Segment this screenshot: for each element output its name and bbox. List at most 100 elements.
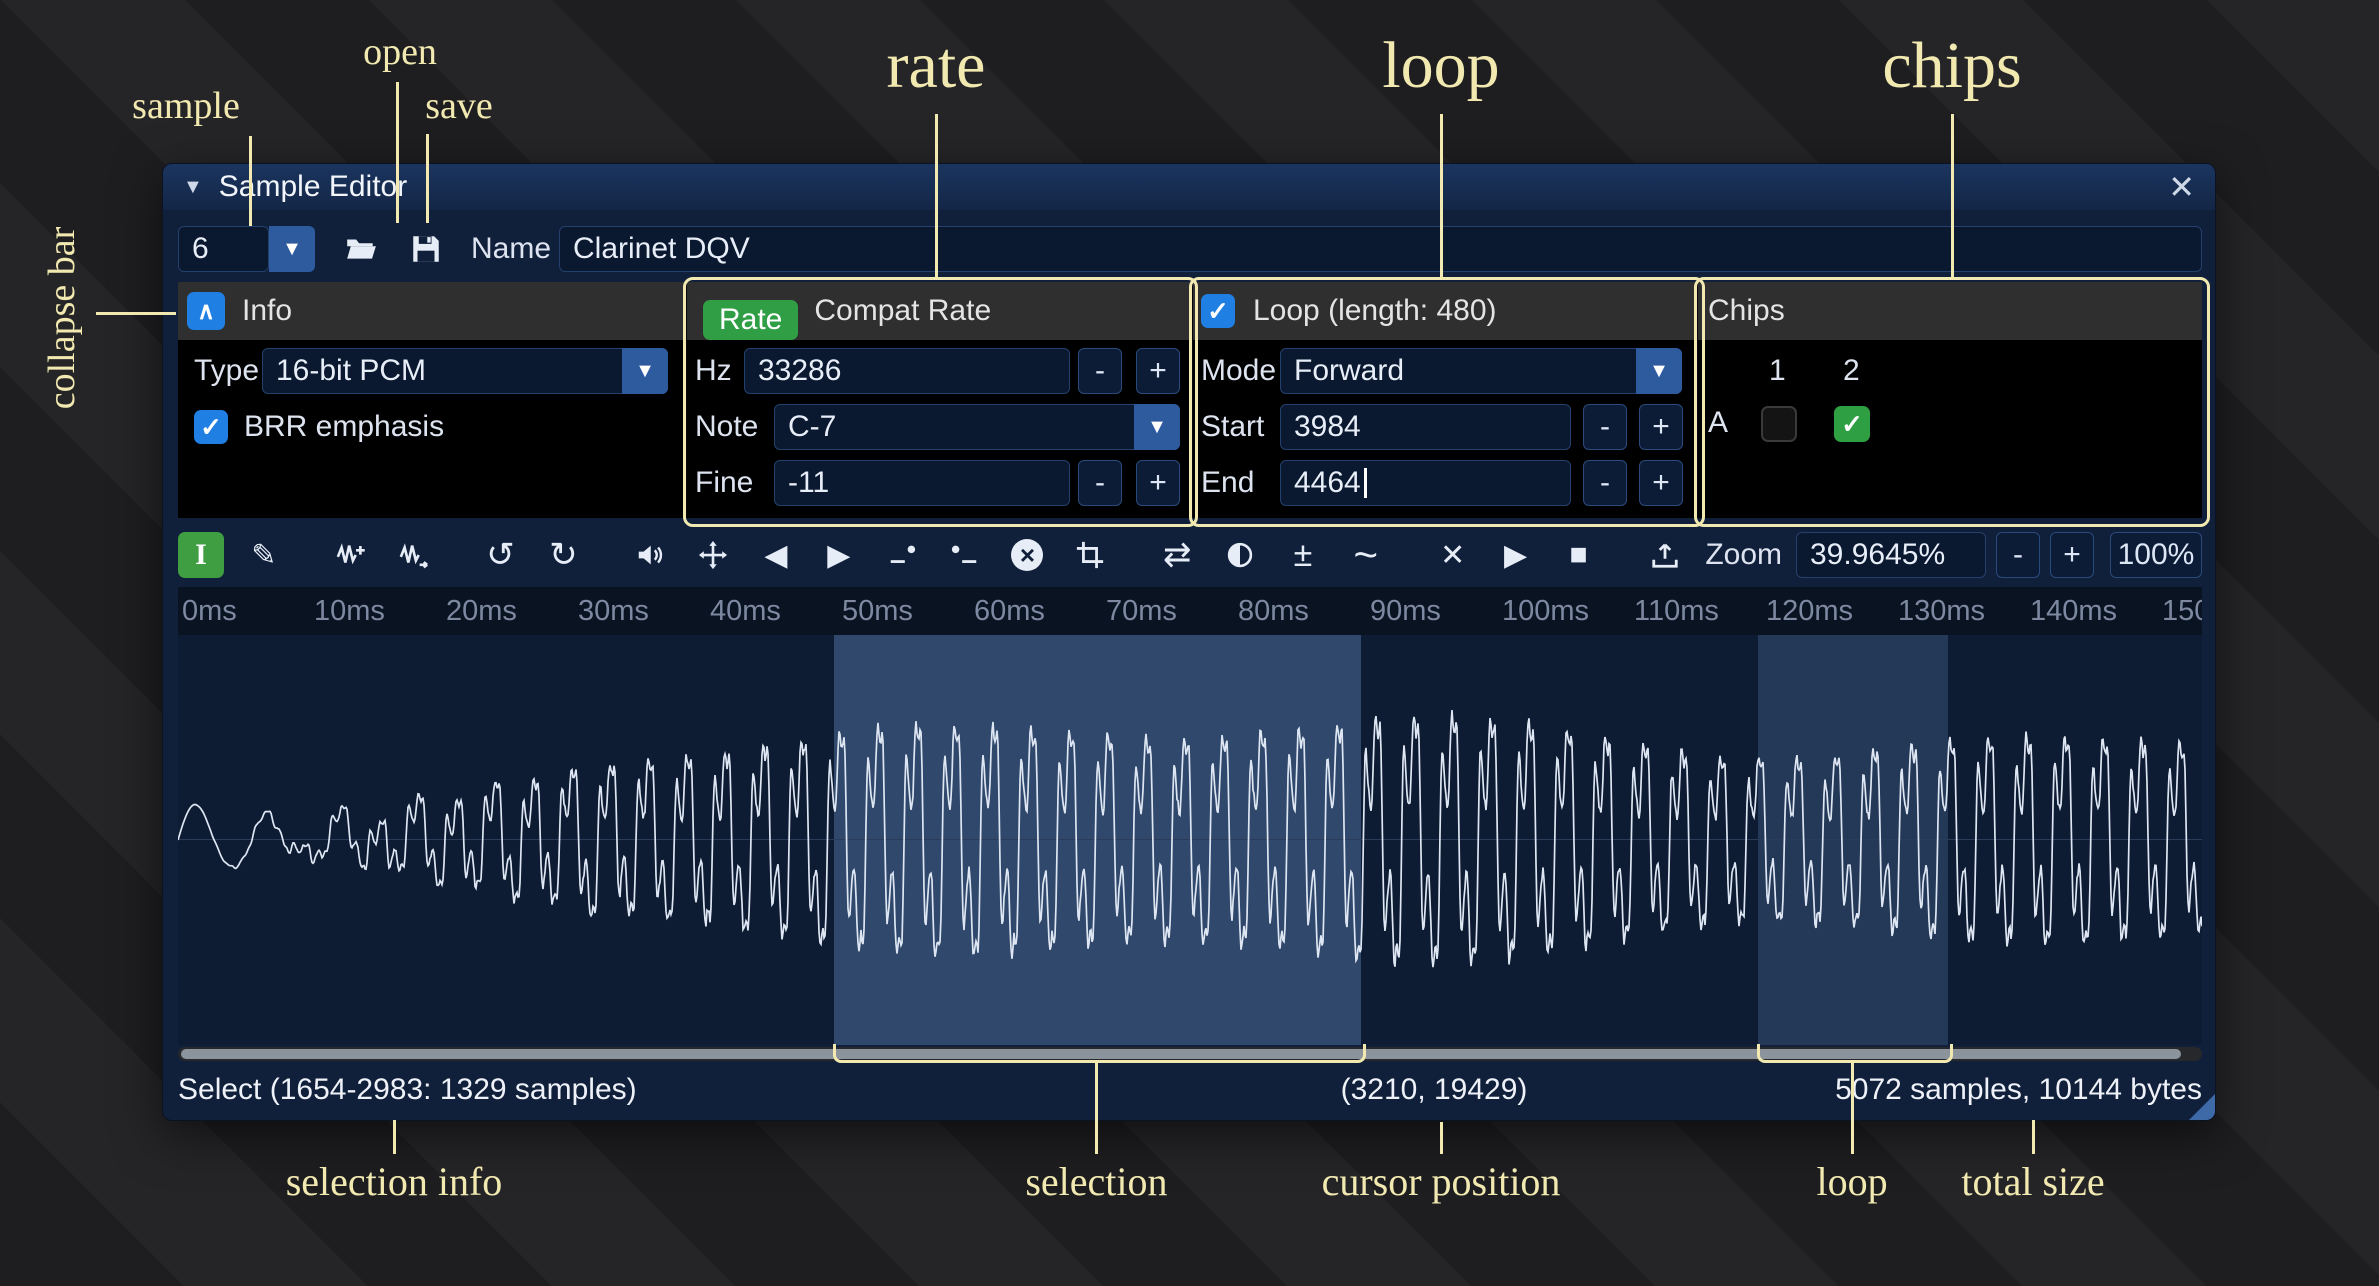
ruler-tick-label: 120ms [1766, 595, 1853, 628]
loop-end-label: End [1201, 460, 1254, 506]
fine-plus-button[interactable]: + [1136, 460, 1180, 506]
plus-minus-icon: ± [1294, 536, 1313, 575]
name-field[interactable]: Clarinet DQV [559, 226, 2202, 272]
sample-number-field[interactable]: 6 [178, 226, 269, 272]
title-bar[interactable]: ▼ Sample Editor ✕ [163, 164, 2215, 210]
loop-start-minus-button[interactable]: - [1583, 404, 1627, 450]
annotation-loop-bottom-label: loop [1817, 1158, 1888, 1205]
upload-tray-icon [1650, 540, 1680, 570]
move-arrows-icon [698, 540, 728, 570]
sign-button[interactable]: ± [1280, 532, 1326, 578]
loop-end-plus-button[interactable]: + [1639, 460, 1683, 506]
selection-info-text: Select (1654-2983: 1329 samples) [178, 1073, 637, 1107]
status-bar: Select (1654-2983: 1329 samples) (3210, … [163, 1063, 2215, 1119]
zoom-in-button[interactable]: + [2050, 532, 2094, 578]
normalize-button[interactable] [690, 532, 736, 578]
brr-emphasis-checkbox[interactable]: ✓ [194, 410, 228, 444]
collapse-bar-button[interactable]: ∧ [187, 292, 225, 330]
plus-icon: + [1149, 466, 1167, 500]
stop-button[interactable]: ■ [1556, 532, 1602, 578]
open-button[interactable] [338, 226, 384, 272]
hz-value: 33286 [758, 354, 841, 388]
select-tool-button[interactable]: I [178, 532, 224, 578]
crossfade-button[interactable]: ✕ [1430, 532, 1476, 578]
sample-number-dropdown-button[interactable]: ▼ [269, 226, 315, 272]
redo-button[interactable]: ↻ [540, 532, 586, 578]
resize-button[interactable] [328, 532, 374, 578]
waveform-plot [178, 635, 2202, 1045]
window-collapse-icon[interactable]: ▼ [183, 176, 203, 199]
rate-badge[interactable]: Rate [703, 300, 798, 340]
loop-end-minus-button[interactable]: - [1583, 460, 1627, 506]
create-wavetable-button[interactable] [1642, 532, 1688, 578]
annotation-rate-label: rate [887, 28, 986, 104]
type-dropdown-button[interactable]: ▼ [622, 348, 668, 394]
rate-panel-header: Rate Compat Rate [687, 282, 1190, 340]
save-button[interactable] [403, 226, 449, 272]
invert-button[interactable] [1217, 532, 1263, 578]
time-ruler: 0ms10ms20ms30ms40ms50ms60ms70ms80ms90ms1… [178, 587, 2202, 635]
chip-a1-checkbox[interactable] [1761, 406, 1797, 442]
speaker-icon [635, 540, 665, 570]
chip-a2-checkbox[interactable]: ✓ [1834, 406, 1870, 442]
loop-enable-checkbox[interactable]: ✓ [1201, 294, 1235, 328]
minus-icon: - [1095, 354, 1105, 388]
loop-panel-header: ✓ Loop (length: 480) [1193, 282, 1696, 340]
note-dropdown[interactable]: C-7 [774, 404, 1180, 450]
apply-silence-button[interactable] [942, 532, 988, 578]
filter-button[interactable]: ~ [1343, 532, 1389, 578]
zoom-out-button[interactable]: - [1996, 532, 2040, 578]
mode-label: Mode [1201, 348, 1276, 394]
draw-tool-button[interactable]: ✎ [241, 532, 287, 578]
hz-minus-button[interactable]: - [1078, 348, 1122, 394]
fade-out-button[interactable]: ▶ [816, 532, 862, 578]
loop-panel: ✓ Loop (length: 480) Mode Forward ▼ Star… [1193, 282, 1696, 518]
annotation-line-open [396, 82, 399, 223]
sample-toolbar: I ✎ ↺ ↻ [178, 532, 2202, 578]
trim-button[interactable] [1067, 532, 1113, 578]
ruler-tick-label: 40ms [710, 595, 781, 628]
annotation-line-collapse-bar [96, 312, 176, 315]
loop-mode-value: Forward [1294, 354, 1404, 388]
close-icon[interactable]: ✕ [2168, 168, 2195, 206]
ruler-tick-label: 90ms [1370, 595, 1441, 628]
plus-icon: + [1149, 354, 1167, 388]
ruler-tick-label: 30ms [578, 595, 649, 628]
preview-button[interactable]: ▶ [1493, 532, 1539, 578]
undo-button[interactable]: ↺ [478, 532, 524, 578]
annotation-line-sample [249, 136, 252, 226]
waveform-area[interactable] [178, 635, 2202, 1045]
triangle-right-icon: ▶ [827, 538, 850, 573]
hz-field[interactable]: 33286 [744, 348, 1070, 394]
loop-end-field[interactable]: 4464 [1280, 460, 1571, 506]
type-dropdown[interactable]: 16-bit PCM [262, 348, 668, 394]
reverse-button[interactable]: ⇄ [1154, 532, 1200, 578]
folder-open-icon [344, 232, 378, 266]
fine-field[interactable]: -11 [774, 460, 1070, 506]
rate-panel-title: Compat Rate [814, 294, 991, 328]
loop-start-field[interactable]: 3984 [1280, 404, 1571, 450]
fade-in-button[interactable]: ◀ [753, 532, 799, 578]
insert-silence-button[interactable] [879, 532, 925, 578]
chevron-down-icon: ▼ [1649, 360, 1669, 383]
note-dropdown-button[interactable]: ▼ [1134, 404, 1180, 450]
minus-icon: - [2013, 538, 2023, 572]
annotation-line-loop-bottom [1851, 1060, 1854, 1154]
hz-plus-button[interactable]: + [1136, 348, 1180, 394]
text-caret [1364, 468, 1367, 498]
zoom-field[interactable]: 39.9645% [1796, 532, 1986, 578]
zoom-reset-button[interactable]: 100% [2110, 532, 2202, 578]
loop-start-plus-button[interactable]: + [1639, 404, 1683, 450]
amplify-button[interactable] [627, 532, 673, 578]
loop-bracket [1757, 1044, 1953, 1063]
delete-button[interactable]: × [1005, 532, 1051, 578]
loop-mode-dropdown-button[interactable]: ▼ [1636, 348, 1682, 394]
floppy-save-icon [409, 232, 443, 266]
fine-minus-button[interactable]: - [1078, 460, 1122, 506]
loop-mode-dropdown[interactable]: Forward [1280, 348, 1682, 394]
annotation-open-label: open [363, 30, 437, 74]
fine-label: Fine [695, 460, 753, 506]
resample-button[interactable] [391, 532, 437, 578]
window-resize-handle[interactable] [2189, 1094, 2215, 1120]
chips-panel: Chips 1 2 A ✓ [1698, 282, 2202, 518]
